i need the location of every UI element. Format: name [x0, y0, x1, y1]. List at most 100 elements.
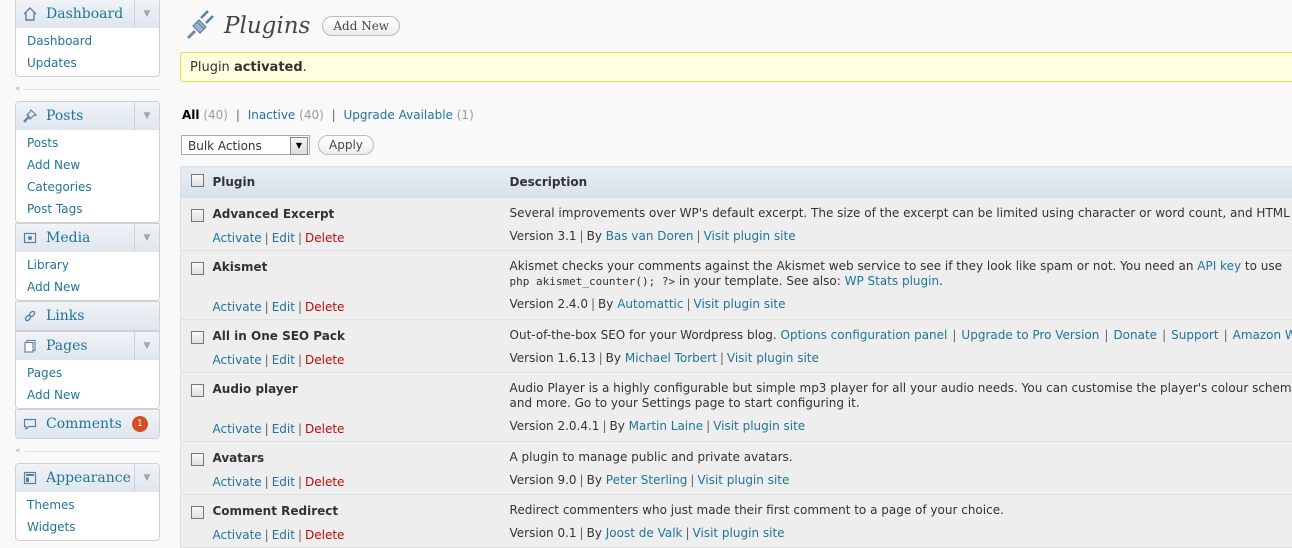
page-title: Plugins	[224, 13, 310, 39]
collapse-arrow-icon[interactable]: «	[15, 444, 21, 458]
plugins-table: Plugin Description Advanced Excerpt Acti…	[180, 166, 1292, 548]
submenu-item-library[interactable]: Library	[16, 254, 159, 276]
menu-appearance[interactable]: Appearance ▼	[16, 464, 159, 492]
desc-text: Akismet checks your comments against the…	[510, 259, 1198, 273]
desc-separator: |	[952, 328, 956, 342]
edit-link[interactable]: Edit	[272, 231, 295, 245]
upgrade-pro-link[interactable]: Upgrade to Pro Version	[961, 328, 1099, 342]
visit-plugin-site-link[interactable]: Visit plugin site	[697, 473, 789, 487]
menu-links[interactable]: Links	[16, 302, 159, 330]
menu-pages[interactable]: Pages ▼	[16, 332, 159, 360]
delete-link[interactable]: Delete	[305, 231, 344, 245]
options-panel-link[interactable]: Options configuration panel	[781, 328, 948, 342]
submenu-item-dashboard[interactable]: Dashboard	[16, 30, 159, 52]
row-checkbox[interactable]	[191, 453, 204, 466]
support-link[interactable]: Support	[1171, 328, 1218, 342]
row-checkbox-cell	[181, 373, 212, 442]
menu-comments[interactable]: Comments 1	[16, 410, 159, 438]
row-checkbox[interactable]	[191, 209, 204, 222]
delete-link[interactable]: Delete	[305, 528, 344, 542]
plugin-author-link[interactable]: Peter Sterling	[606, 473, 688, 487]
activate-link[interactable]: Activate	[212, 300, 261, 314]
col-header-plugin[interactable]: Plugin	[211, 167, 508, 198]
dropdown-arrow-icon[interactable]: ▼	[290, 137, 308, 155]
activate-link[interactable]: Activate	[212, 528, 261, 542]
menu-separator[interactable]: «	[15, 444, 160, 458]
plugin-author-link[interactable]: Martin Laine	[629, 419, 703, 433]
delete-link[interactable]: Delete	[305, 353, 344, 367]
menu-media[interactable]: Media ▼	[16, 224, 159, 252]
col-header-description[interactable]: Description	[509, 167, 1292, 198]
edit-link[interactable]: Edit	[272, 300, 295, 314]
plugin-author-link[interactable]: Joost de Valk	[606, 526, 683, 540]
submenu-pages: Pages Add New	[16, 360, 159, 408]
action-separator: |	[298, 422, 302, 436]
submenu-item-add-new-post[interactable]: Add New	[16, 154, 159, 176]
chevron-down-icon[interactable]: ▼	[134, 0, 159, 28]
chevron-down-icon[interactable]: ▼	[134, 224, 159, 252]
menu-group-appearance: Appearance ▼ Themes Widgets	[15, 463, 160, 541]
submenu-item-add-new-media[interactable]: Add New	[16, 276, 159, 298]
edit-link[interactable]: Edit	[272, 475, 295, 489]
plugin-author-link[interactable]: Bas van Doren	[606, 229, 694, 243]
plugin-version: Version 2.0.4.1	[510, 419, 600, 433]
plugin-name-cell: Advanced Excerpt Activate|Edit|Delete	[211, 198, 508, 251]
visit-plugin-site-link[interactable]: Visit plugin site	[693, 526, 785, 540]
row-checkbox[interactable]	[191, 506, 204, 519]
chevron-down-icon[interactable]: ▼	[134, 102, 159, 130]
filter-inactive[interactable]: Inactive	[248, 108, 296, 122]
visit-plugin-site-link[interactable]: Visit plugin site	[713, 419, 805, 433]
submenu-item-themes[interactable]: Themes	[16, 494, 159, 516]
add-new-plugin-button[interactable]: Add New	[322, 16, 400, 36]
menu-appearance-label: Appearance	[46, 470, 131, 486]
amazon-link[interactable]: Amazon W	[1233, 328, 1292, 342]
edit-link[interactable]: Edit	[272, 422, 295, 436]
row-checkbox[interactable]	[191, 262, 204, 275]
by-label: By	[606, 351, 621, 365]
menu-posts[interactable]: Posts ▼	[16, 102, 159, 130]
submenu-item-widgets[interactable]: Widgets	[16, 516, 159, 538]
submenu-item-post-tags[interactable]: Post Tags	[16, 198, 159, 220]
menu-dashboard[interactable]: Dashboard ▼	[16, 0, 159, 28]
filter-upgrade-available[interactable]: Upgrade Available	[343, 108, 452, 122]
edit-link[interactable]: Edit	[272, 528, 295, 542]
table-row: Avatars Activate|Edit|Delete A plugin to…	[181, 442, 1292, 495]
row-checkbox[interactable]	[191, 384, 204, 397]
submenu-item-add-new-page[interactable]: Add New	[16, 384, 159, 406]
table-row: Akismet Activate|Edit|Delete Akismet che…	[181, 251, 1292, 320]
wp-stats-link[interactable]: WP Stats plugin	[845, 274, 939, 288]
visit-plugin-site-link[interactable]: Visit plugin site	[727, 351, 819, 365]
submenu-item-pages[interactable]: Pages	[16, 362, 159, 384]
donate-link[interactable]: Donate	[1113, 328, 1157, 342]
menu-links-label: Links	[46, 308, 84, 324]
delete-link[interactable]: Delete	[305, 475, 344, 489]
filter-all[interactable]: All	[182, 108, 200, 122]
apply-button[interactable]: Apply	[318, 135, 374, 155]
chevron-down-icon[interactable]: ▼	[134, 332, 159, 360]
plugin-name-cell: Audio player Activate|Edit|Delete	[211, 373, 508, 442]
edit-link[interactable]: Edit	[272, 353, 295, 367]
activate-link[interactable]: Activate	[212, 475, 261, 489]
comment-bubble-icon	[22, 416, 38, 432]
menu-separator[interactable]: «	[15, 82, 160, 96]
collapse-arrow-icon[interactable]: «	[15, 82, 21, 96]
row-checkbox[interactable]	[191, 331, 204, 344]
submenu-item-posts[interactable]: Posts	[16, 132, 159, 154]
submenu-item-categories[interactable]: Categories	[16, 176, 159, 198]
api-key-link[interactable]: API key	[1197, 259, 1241, 273]
chevron-down-icon[interactable]: ▼	[134, 464, 159, 492]
activate-link[interactable]: Activate	[212, 231, 261, 245]
plugin-description: Redirect commenters who just made their …	[510, 503, 1004, 517]
visit-plugin-site-link[interactable]: Visit plugin site	[694, 297, 786, 311]
plugin-name-cell: Akismet Activate|Edit|Delete	[211, 251, 508, 320]
bulk-actions-select[interactable]: Bulk Actions ▼	[181, 135, 310, 155]
select-all-checkbox[interactable]	[191, 174, 204, 187]
plugin-author-link[interactable]: Automattic	[617, 297, 683, 311]
delete-link[interactable]: Delete	[305, 300, 344, 314]
activate-link[interactable]: Activate	[212, 353, 261, 367]
plugin-author-link[interactable]: Michael Torbert	[625, 351, 717, 365]
submenu-item-updates[interactable]: Updates	[16, 52, 159, 74]
visit-plugin-site-link[interactable]: Visit plugin site	[704, 229, 796, 243]
activate-link[interactable]: Activate	[212, 422, 261, 436]
delete-link[interactable]: Delete	[305, 422, 344, 436]
